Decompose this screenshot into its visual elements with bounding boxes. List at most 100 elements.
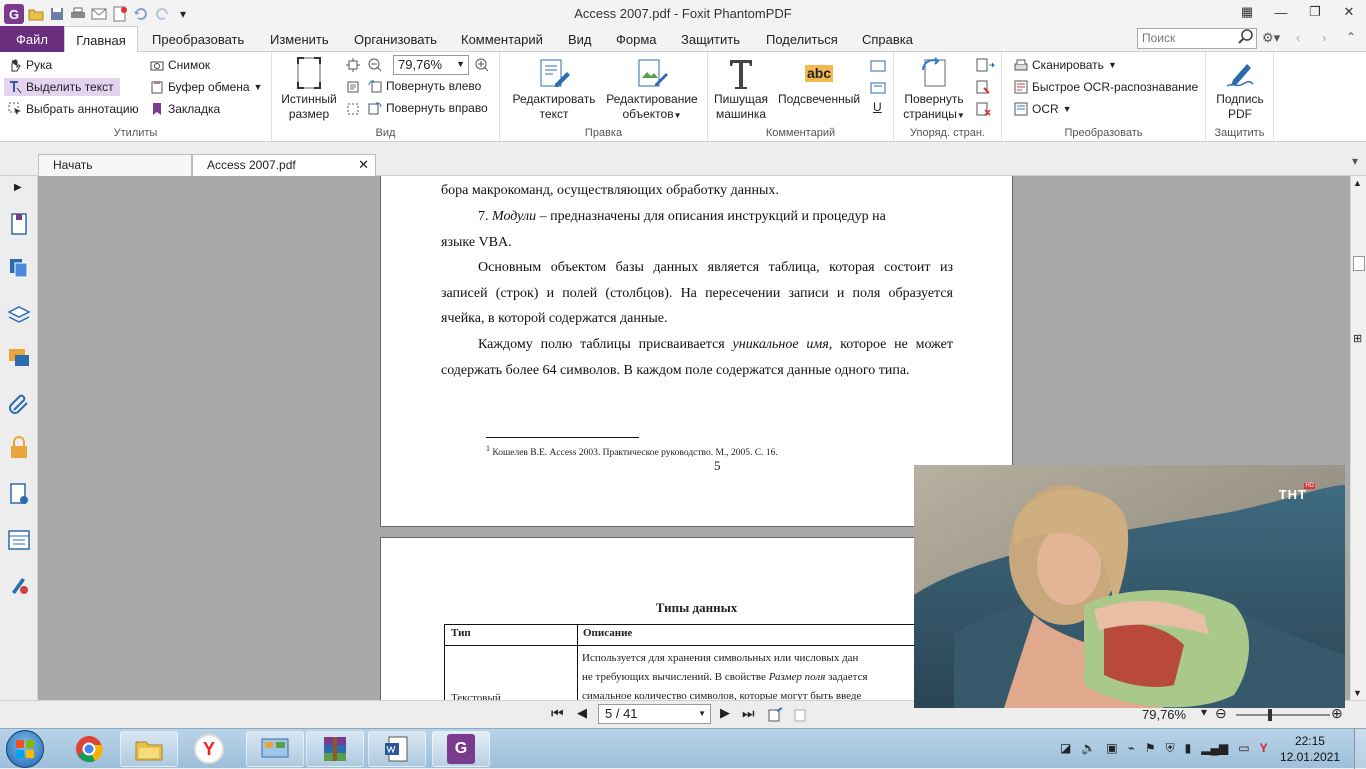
bookmark-button[interactable]: Закладка xyxy=(150,102,220,116)
usb-icon[interactable]: ⌁ xyxy=(1128,741,1135,756)
tab-edit[interactable]: Изменить xyxy=(270,32,329,47)
next-page-icon[interactable]: ▶ xyxy=(720,705,730,721)
ocr-button[interactable]: OCR ▼ xyxy=(1014,102,1072,116)
edit-text-button[interactable]: Редактировать текст xyxy=(510,56,598,122)
zoom-slider-thumb[interactable] xyxy=(1268,709,1272,721)
comments-panel-icon[interactable] xyxy=(7,346,31,370)
close-tab-icon[interactable]: ✕ xyxy=(358,157,369,173)
taskbar-word[interactable] xyxy=(368,731,426,767)
tab-comment[interactable]: Комментарий xyxy=(461,32,543,47)
zoom-select[interactable]: 79,76% ▼ xyxy=(393,55,469,75)
select-annotation-button[interactable]: Выбрать аннотацию xyxy=(8,102,139,116)
taskbar-foxit-phantompdf[interactable]: G xyxy=(432,731,490,767)
notification-icon[interactable]: ▣ xyxy=(1106,741,1117,756)
destinations-icon[interactable] xyxy=(7,572,31,596)
textbox-icon[interactable] xyxy=(870,82,886,94)
actual-size-button[interactable]: Истинный размер xyxy=(280,56,338,122)
show-desktop-button[interactable] xyxy=(1354,729,1366,769)
rotate-left-button[interactable]: Повернуть влево xyxy=(368,79,481,93)
maximize-button[interactable]: ❐ xyxy=(1298,0,1332,24)
content-panel-icon[interactable] xyxy=(7,528,31,552)
zoom-out-icon[interactable] xyxy=(368,58,382,72)
rotate-pages-button[interactable]: Повернуть страницы▼ xyxy=(898,56,970,123)
delete-page-icon[interactable] xyxy=(976,102,992,116)
video-overlay[interactable]: ТНТ HD xyxy=(914,465,1345,708)
zoom-slider[interactable] xyxy=(1236,714,1330,716)
taskbar-file-explorer[interactable] xyxy=(120,731,178,767)
reflow-icon[interactable] xyxy=(346,80,360,94)
insert-page-icon[interactable] xyxy=(976,58,998,72)
battery-icon[interactable]: ▭ xyxy=(1238,741,1249,756)
marquee-zoom-icon[interactable] xyxy=(346,102,360,116)
pages-panel-icon[interactable] xyxy=(7,256,31,280)
nav-back-icon[interactable]: ‹ xyxy=(1296,30,1300,45)
snapshot-button[interactable]: Снимок xyxy=(150,58,210,72)
taskbar-yandex-browser[interactable]: Y xyxy=(180,731,238,767)
previous-view-icon[interactable] xyxy=(768,707,784,722)
underline-icon[interactable]: U xyxy=(873,100,882,114)
attachments-icon[interactable] xyxy=(7,392,31,416)
tab-home[interactable]: Главная xyxy=(64,26,138,53)
fit-page-icon[interactable] xyxy=(346,58,360,72)
collapse-ribbon-icon[interactable]: ⌃ xyxy=(1346,30,1356,44)
tab-protect[interactable]: Защитить xyxy=(681,32,740,47)
clock[interactable]: 22:15 12.01.2021 xyxy=(1280,733,1340,765)
scroll-thumb[interactable] xyxy=(1353,256,1365,271)
taskbar-winrar[interactable] xyxy=(306,731,364,767)
highlight-button[interactable]: abc Подсвеченный xyxy=(774,56,864,107)
scroll-down-icon[interactable]: ▼ xyxy=(1353,688,1362,698)
search-icon[interactable] xyxy=(1238,29,1254,45)
edit-objects-button[interactable]: Редактирование объектов▼ xyxy=(602,56,702,123)
nav-forward-icon[interactable]: › xyxy=(1322,30,1326,45)
tab-view[interactable]: Вид xyxy=(568,32,592,47)
page-number-input[interactable]: 5 / 41 ▼ xyxy=(598,704,711,724)
tab-share[interactable]: Поделиться xyxy=(766,32,838,47)
taskbar-control-panel[interactable] xyxy=(246,731,304,767)
security-shield-icon[interactable]: ⛨ xyxy=(1166,741,1175,756)
expand-panel-icon[interactable]: ▶ xyxy=(14,182,22,193)
page-thumbnail-icon[interactable] xyxy=(7,212,31,236)
tab-start[interactable]: Начать xyxy=(38,154,192,176)
extract-page-icon[interactable] xyxy=(976,80,992,94)
volume-icon[interactable]: 🔈 xyxy=(1081,741,1096,756)
network-icon[interactable]: ▮ xyxy=(1185,741,1192,756)
last-page-icon[interactable]: ⏭ xyxy=(742,705,755,722)
flag-icon[interactable]: ⚑ xyxy=(1145,741,1156,756)
tab-form[interactable]: Форма xyxy=(616,32,657,47)
scan-button[interactable]: Сканировать ▼ xyxy=(1014,58,1117,72)
typewriter-button[interactable]: Пишущая машинка xyxy=(712,56,770,122)
tab-document[interactable]: Access 2007.pdf ✕ xyxy=(192,154,376,176)
zoom-in-icon[interactable] xyxy=(475,58,489,72)
clipboard-button[interactable]: Буфер обмена ▼ xyxy=(150,80,262,94)
tab-help[interactable]: Справка xyxy=(862,32,913,47)
hand-tool-button[interactable]: Рука xyxy=(8,58,52,72)
tab-organize[interactable]: Организовать xyxy=(354,32,437,47)
minimize-button[interactable]: — xyxy=(1264,0,1298,24)
signal-icon[interactable]: ▂▄▆ xyxy=(1201,741,1228,756)
vertical-scrollbar[interactable]: ▲ ⊞ ▼ xyxy=(1350,176,1366,700)
ribbon-options-icon[interactable]: ▦ xyxy=(1230,0,1264,24)
previous-page-icon[interactable]: ◀ xyxy=(577,705,587,721)
split-view-icon[interactable]: ⊞ xyxy=(1353,332,1362,345)
rotate-right-button[interactable]: Повернуть вправо xyxy=(368,101,488,115)
start-button[interactable] xyxy=(6,730,44,768)
security-lock-icon[interactable] xyxy=(7,436,31,460)
clipboard-label: Буфер обмена xyxy=(168,80,250,94)
layers-icon[interactable] xyxy=(7,302,31,326)
close-button[interactable]: ✕ xyxy=(1332,0,1366,24)
taskbar-chrome[interactable] xyxy=(60,731,118,767)
signatures-panel-icon[interactable] xyxy=(7,482,31,506)
tab-convert[interactable]: Преобразовать xyxy=(152,32,244,47)
next-view-icon[interactable] xyxy=(794,707,810,722)
quick-ocr-button[interactable]: Быстрое OCR-распознавание xyxy=(1014,80,1198,94)
yandex-tray-icon[interactable]: Y xyxy=(1260,741,1268,756)
scroll-up-icon[interactable]: ▲ xyxy=(1353,178,1362,188)
first-page-icon[interactable]: ⏮ xyxy=(551,705,564,722)
note-icon[interactable] xyxy=(870,60,886,72)
tab-menu-chevron-icon[interactable]: ▾ xyxy=(1352,154,1358,168)
select-text-button[interactable]: Выделить текст xyxy=(4,78,120,96)
sign-pdf-button[interactable]: Подпись PDF xyxy=(1210,56,1270,122)
teams-icon[interactable]: ◪ xyxy=(1060,741,1071,756)
tab-file[interactable]: Файл xyxy=(0,26,64,52)
settings-gear-icon[interactable]: ⚙▾ xyxy=(1262,30,1280,46)
